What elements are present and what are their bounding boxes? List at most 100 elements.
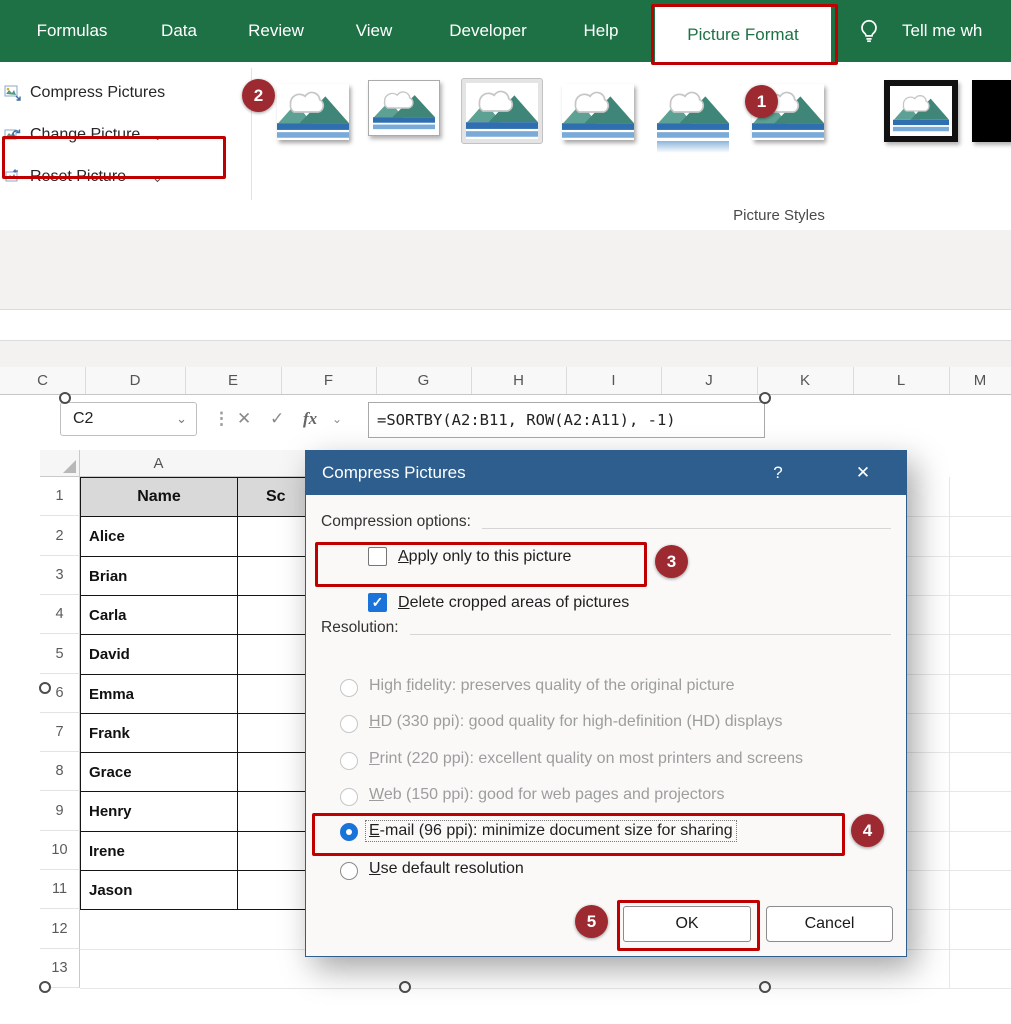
- row-header-4[interactable]: 4: [40, 595, 80, 634]
- row-header-8[interactable]: 8: [40, 752, 80, 791]
- delete-cropped-label[interactable]: Delete cropped areas of pictures: [398, 594, 629, 612]
- lightbulb-icon[interactable]: [856, 18, 882, 49]
- chevron-down-icon[interactable]: ⌄: [176, 411, 196, 427]
- row-header-3[interactable]: 3: [40, 556, 80, 595]
- change-picture-button[interactable]: Change Picture ⌄: [4, 120, 163, 150]
- high-fidelity-label: High fidelity: preserves quality of the …: [369, 677, 735, 695]
- annotation-step-3: 3: [655, 545, 688, 578]
- window-gap: [0, 230, 1011, 367]
- delete-cropped-checkbox[interactable]: ✓: [368, 593, 387, 612]
- reset-picture-icon: [4, 168, 22, 186]
- selection-handle-top-right[interactable]: [759, 392, 771, 404]
- row-header-5[interactable]: 5: [40, 634, 80, 674]
- more-options-icon: ⋮: [213, 402, 230, 436]
- row-header-7[interactable]: 7: [40, 713, 80, 752]
- compress-pictures-dialog: Compress Pictures ? ✕ Compression option…: [305, 450, 907, 957]
- tab-formulas[interactable]: Formulas: [37, 0, 108, 62]
- tell-me-box[interactable]: Tell me wh: [902, 0, 982, 62]
- inner-col-header-a[interactable]: A: [80, 450, 238, 477]
- print-label: Print (220 ppi): excellent quality on mo…: [369, 750, 803, 768]
- cell-a10[interactable]: Irene: [80, 831, 238, 871]
- compression-options-label: Compression options:: [321, 513, 471, 531]
- email-label[interactable]: E-mail (96 ppi): minimize document size …: [366, 821, 736, 841]
- help-button[interactable]: ?: [761, 451, 795, 495]
- row-header-10[interactable]: 10: [40, 831, 80, 870]
- cell-a11[interactable]: Jason: [80, 870, 238, 910]
- cell-a8[interactable]: Grace: [80, 752, 238, 792]
- dialog-titlebar[interactable]: Compress Pictures ? ✕: [306, 451, 906, 495]
- cell-a1-name-header[interactable]: Name: [80, 477, 238, 517]
- ok-button[interactable]: OK: [623, 906, 751, 942]
- tab-data[interactable]: Data: [161, 0, 197, 62]
- picture-style-reflection[interactable]: [657, 84, 729, 140]
- select-all-triangle: [63, 460, 76, 473]
- cell-a5[interactable]: David: [80, 634, 238, 675]
- tab-review[interactable]: Review: [248, 0, 304, 62]
- col-header-j[interactable]: J: [661, 367, 758, 394]
- picture-style-white-frame[interactable]: [368, 80, 440, 136]
- col-header-f[interactable]: F: [281, 367, 377, 394]
- picture-style-plain[interactable]: [562, 84, 634, 140]
- check-icon: ✓: [372, 594, 384, 611]
- picture-styles-group-label: Picture Styles: [733, 207, 825, 224]
- selection-handle-mid-left[interactable]: [39, 682, 51, 694]
- col-header-d[interactable]: D: [85, 367, 186, 394]
- picture-style-black-frame[interactable]: [884, 80, 958, 142]
- cell-a3[interactable]: Brian: [80, 556, 238, 596]
- row-header-1[interactable]: 1: [40, 477, 80, 516]
- chevron-down-icon: ⌄: [332, 402, 342, 436]
- cancel-button[interactable]: Cancel: [766, 906, 893, 942]
- email-radio[interactable]: [340, 823, 358, 841]
- cell-a7[interactable]: Frank: [80, 713, 238, 753]
- picture-style-soft-edge-selected[interactable]: [461, 78, 543, 144]
- selection-handle-top-left[interactable]: [59, 392, 71, 404]
- col-header-h[interactable]: H: [471, 367, 567, 394]
- insert-function-button[interactable]: fx: [303, 402, 317, 436]
- cell-a2[interactable]: Alice: [80, 516, 238, 557]
- row-header-11[interactable]: 11: [40, 870, 80, 909]
- default-resolution-label[interactable]: Use default resolution: [369, 860, 524, 878]
- dialog-title: Compress Pictures: [322, 451, 466, 495]
- tab-developer[interactable]: Developer: [449, 0, 527, 62]
- tab-help[interactable]: Help: [584, 0, 619, 62]
- apply-only-label[interactable]: Apply only to this picture: [398, 548, 571, 566]
- compress-pictures-button[interactable]: Compress Pictures: [4, 78, 165, 108]
- selection-handle-bottom-right[interactable]: [759, 981, 771, 993]
- cell-a6[interactable]: Emma: [80, 674, 238, 714]
- picture-style-black-frame-clipped[interactable]: [972, 80, 1011, 142]
- col-header-i[interactable]: I: [566, 367, 662, 394]
- change-picture-icon: [4, 126, 22, 144]
- ribbon-body: Compress Pictures Change Picture ⌄ Reset…: [0, 62, 1011, 231]
- formula-input[interactable]: =SORTBY(A2:B11, ROW(A2:A11), -1): [368, 402, 765, 438]
- high-fidelity-radio: [340, 679, 358, 697]
- resolution-label: Resolution:: [321, 619, 399, 637]
- close-icon[interactable]: ✕: [846, 451, 880, 495]
- cell-a4[interactable]: Carla: [80, 595, 238, 635]
- cancel-entry-icon[interactable]: ✕: [237, 402, 251, 436]
- apply-only-checkbox[interactable]: [368, 547, 387, 566]
- row-header-9[interactable]: 9: [40, 791, 80, 831]
- col-header-l[interactable]: L: [853, 367, 950, 394]
- default-resolution-radio[interactable]: [340, 862, 358, 880]
- col-header-c[interactable]: C: [0, 367, 86, 394]
- selection-handle-bottom-center[interactable]: [399, 981, 411, 993]
- tab-view[interactable]: View: [356, 0, 393, 62]
- picture-style-simple[interactable]: [277, 84, 349, 140]
- col-header-e[interactable]: E: [185, 367, 282, 394]
- reset-picture-button[interactable]: Reset Picture ⌄: [4, 162, 163, 192]
- col-header-m[interactable]: M: [949, 367, 1011, 394]
- col-header-g[interactable]: G: [376, 367, 472, 394]
- selection-handle-bottom-left[interactable]: [39, 981, 51, 993]
- chevron-down-icon: ⌄: [152, 129, 163, 142]
- select-all-corner[interactable]: [40, 450, 80, 477]
- row-header-12[interactable]: 12: [40, 909, 80, 949]
- column-header-row: C D E F G H I J K L M: [0, 367, 1011, 395]
- ribbon-tab-bar: Formulas Data Review View Developer Help…: [0, 0, 1011, 62]
- col-header-k[interactable]: K: [757, 367, 854, 394]
- cell-a9[interactable]: Henry: [80, 791, 238, 832]
- confirm-entry-icon[interactable]: ✓: [270, 402, 284, 436]
- row-header-2[interactable]: 2: [40, 516, 80, 556]
- name-box-value: C2: [61, 410, 176, 428]
- tab-picture-format[interactable]: Picture Format: [655, 7, 831, 62]
- name-box[interactable]: C2 ⌄: [60, 402, 197, 436]
